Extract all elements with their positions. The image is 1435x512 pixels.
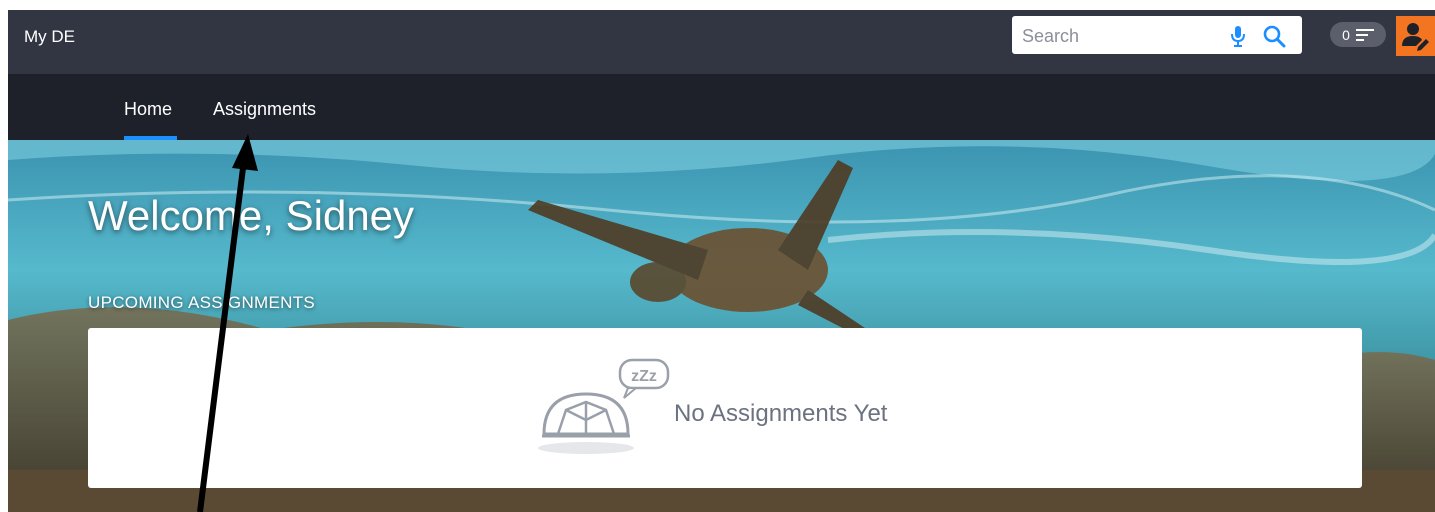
hero-banner: Welcome, Sidney UPCOMING ASSIGNMENTS zZz… xyxy=(8,140,1435,512)
mic-icon[interactable] xyxy=(1230,25,1246,47)
search-input[interactable] xyxy=(1020,22,1224,50)
brand-title[interactable]: My DE xyxy=(24,26,75,48)
notifications-button[interactable]: 0 xyxy=(1330,22,1386,47)
welcome-heading: Welcome, Sidney xyxy=(88,192,415,239)
upcoming-assignments-label: UPCOMING ASSIGNMENTS xyxy=(88,293,316,312)
user-edit-icon xyxy=(1402,23,1429,51)
tab-home[interactable]: Home xyxy=(124,98,172,120)
turtle-icon: zZz xyxy=(538,358,670,454)
main-nav: Home Assignments xyxy=(8,74,1435,140)
notification-count: 0 xyxy=(1342,26,1350,43)
empty-state-text: No Assignments Yet xyxy=(674,400,888,427)
list-icon xyxy=(1355,28,1374,41)
search-icon[interactable] xyxy=(1262,24,1286,48)
tab-assignments[interactable]: Assignments xyxy=(213,98,316,120)
assignments-card: zZz No Assignments Yet xyxy=(88,328,1362,488)
sleep-bubble-text: zZz xyxy=(631,368,657,385)
profile-button[interactable] xyxy=(1396,16,1435,56)
app-window: My DE 0 xyxy=(8,10,1435,512)
search-box[interactable] xyxy=(1012,16,1302,54)
top-bar: My DE 0 xyxy=(8,10,1435,74)
